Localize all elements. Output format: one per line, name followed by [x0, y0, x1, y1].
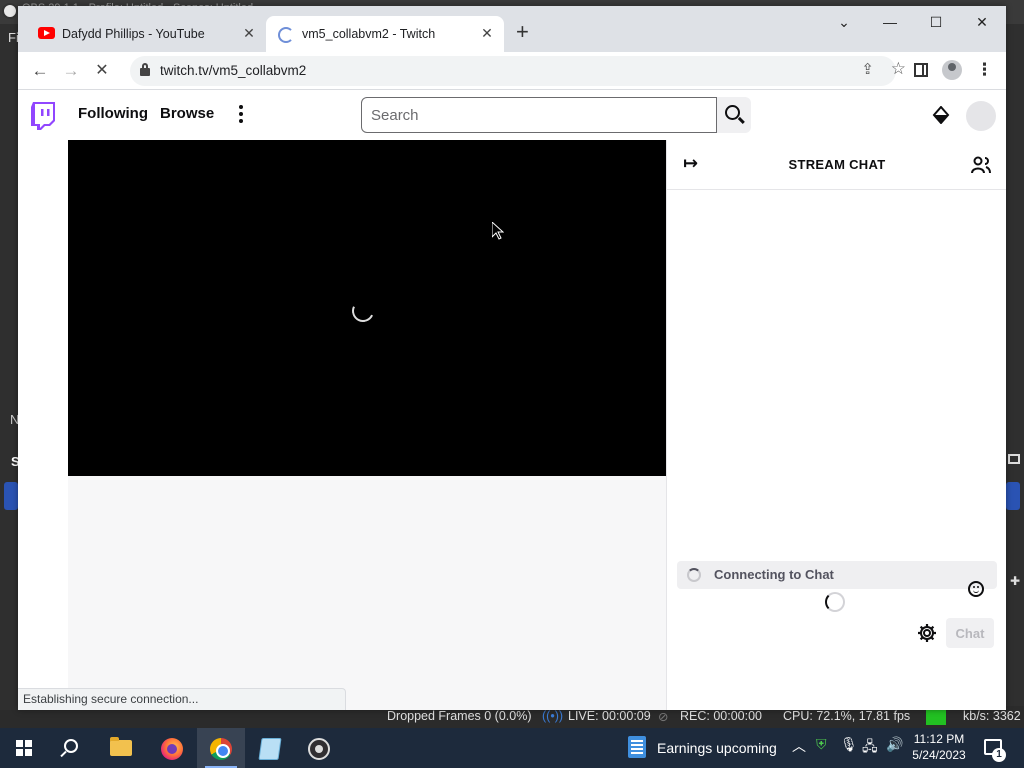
tab-title: Dafydd Phillips - YouTube: [62, 27, 205, 41]
chat-panel: ↦ STREAM CHAT Connecting to Chat Chat: [666, 140, 1006, 710]
forward-button[interactable]: →: [59, 59, 83, 83]
taskbar-obs[interactable]: [295, 728, 343, 768]
search-icon: [64, 739, 78, 753]
notepad-icon: [258, 738, 282, 760]
stop-loading-button[interactable]: ✕: [90, 59, 114, 83]
share-icon[interactable]: ⇪: [861, 60, 874, 78]
notification-count-badge: 1: [992, 748, 1006, 762]
connecting-banner: Connecting to Chat: [677, 561, 997, 589]
taskbar-clock[interactable]: 11:12 PM 5/24/2023: [910, 731, 968, 763]
tab-title: vm5_collabvm2 - Twitch: [302, 27, 436, 41]
tab-search-icon[interactable]: ⌄: [832, 14, 856, 31]
taskbar-search[interactable]: [48, 728, 96, 768]
maximize-button[interactable]: ☐: [924, 14, 948, 31]
profile-avatar-icon[interactable]: [942, 60, 962, 80]
obs-selected-item[interactable]: [1006, 482, 1020, 510]
video-player[interactable]: [68, 140, 666, 476]
url-text[interactable]: twitch.tv/vm5_collabvm2: [160, 63, 306, 78]
side-panel-icon[interactable]: [914, 63, 928, 77]
search-button[interactable]: [717, 97, 751, 133]
cpu-usage: CPU: 72.1%, 17.81 fps: [783, 709, 911, 723]
search-icon: [725, 105, 740, 120]
file-explorer-icon: [110, 737, 132, 756]
bitrate: kb/s: 3362: [963, 709, 1021, 723]
start-button[interactable]: [0, 728, 48, 768]
close-tab-icon[interactable]: ✕: [478, 25, 496, 42]
browser-toolbar: ← → ✕ twitch.tv/vm5_collabvm2 ⇪ ☆ ⋮: [18, 52, 1006, 90]
user-avatar[interactable]: [966, 101, 996, 131]
obs-settings-icon[interactable]: ✚: [1010, 574, 1020, 588]
chat-header: ↦ STREAM CHAT: [667, 140, 1006, 190]
channel-info-area: [68, 476, 666, 710]
network-icon[interactable]: 🖧: [862, 736, 878, 760]
status-bubble: Establishing secure connection...: [18, 688, 346, 710]
new-tab-button[interactable]: +: [516, 21, 529, 43]
chrome-icon: [210, 738, 232, 760]
emote-picker-icon[interactable]: [968, 581, 984, 597]
clock-date: 5/24/2023: [912, 748, 966, 762]
tab-strip: Dafydd Phillips - YouTube ✕ vm5_collabvm…: [18, 6, 1006, 52]
address-bar[interactable]: twitch.tv/vm5_collabvm2 ⇪ ☆: [130, 56, 906, 86]
back-button[interactable]: ←: [28, 59, 52, 83]
obs-icon: [308, 738, 330, 760]
tray-overflow-icon[interactable]: ︿: [792, 736, 806, 756]
chat-send-button[interactable]: Chat: [946, 618, 994, 648]
live-time: LIVE: 00:00:09: [568, 709, 651, 723]
minimize-button[interactable]: —: [878, 14, 902, 30]
close-window-button[interactable]: ✕: [970, 14, 994, 31]
stream-health-indicator: [926, 709, 946, 725]
microphone-icon[interactable]: 🎙: [840, 736, 858, 753]
search-input[interactable]: [361, 97, 717, 133]
volume-icon[interactable]: 🔊: [886, 736, 903, 753]
chat-title: STREAM CHAT: [788, 157, 886, 172]
lock-icon[interactable]: [140, 63, 150, 76]
news-widget-text[interactable]: Earnings upcoming: [657, 740, 777, 756]
loading-icon: [278, 27, 294, 43]
more-options-icon[interactable]: [236, 102, 246, 128]
tab-twitch[interactable]: vm5_collabvm2 - Twitch ✕: [266, 16, 504, 52]
taskbar-notepad[interactable]: [246, 728, 294, 768]
news-widget-icon[interactable]: [628, 736, 646, 758]
loading-spinner-icon: [348, 296, 378, 326]
obs-logo-icon: [2, 3, 18, 19]
mouse-cursor-icon: [492, 222, 504, 240]
close-tab-icon[interactable]: ✕: [240, 25, 258, 42]
clock-time: 11:12 PM: [913, 732, 965, 746]
rec-icon: ⊘: [658, 710, 669, 724]
taskbar-file-explorer[interactable]: [98, 728, 146, 768]
taskbar-firefox[interactable]: [148, 728, 196, 768]
twitch-top-nav: Following Browse: [18, 90, 1006, 140]
mini-spinner-icon: [687, 568, 701, 582]
connecting-text: Connecting to Chat: [714, 567, 834, 582]
rec-time: REC: 00:00:00: [680, 709, 762, 723]
obs-selected-scene[interactable]: [4, 482, 18, 510]
nav-following[interactable]: Following: [78, 105, 148, 122]
nav-browse[interactable]: Browse: [160, 105, 214, 122]
taskbar-chrome[interactable]: [197, 728, 245, 768]
start-icon: [16, 740, 32, 756]
twitch-logo-icon[interactable]: [31, 102, 55, 130]
obs-left-panel: Fi N S: [0, 24, 20, 710]
obs-dock-icon[interactable]: [1008, 454, 1020, 464]
prime-crown-icon[interactable]: [932, 106, 950, 124]
twitch-page: Following Browse ↦ STREAM CHAT: [18, 90, 1006, 710]
browser-menu-icon[interactable]: ⋮: [976, 60, 993, 80]
dropped-frames: Dropped Frames 0 (0.0%): [387, 709, 532, 723]
firefox-icon: [161, 738, 183, 760]
defender-icon[interactable]: ⛨: [816, 736, 827, 753]
chat-settings-gear-icon[interactable]: [917, 623, 937, 643]
live-broadcast-icon: ((•)): [542, 709, 564, 723]
tab-youtube[interactable]: Dafydd Phillips - YouTube ✕: [26, 16, 266, 52]
bookmark-star-icon[interactable]: ☆: [891, 59, 906, 79]
browser-window: Dafydd Phillips - YouTube ✕ vm5_collabvm…: [18, 6, 1006, 710]
chat-loading-spinner-icon: [825, 592, 845, 612]
twitch-side-nav: [18, 140, 68, 710]
community-users-icon[interactable]: [971, 155, 991, 175]
obs-right-panel: ✚: [1006, 24, 1024, 710]
youtube-icon: [38, 27, 55, 39]
